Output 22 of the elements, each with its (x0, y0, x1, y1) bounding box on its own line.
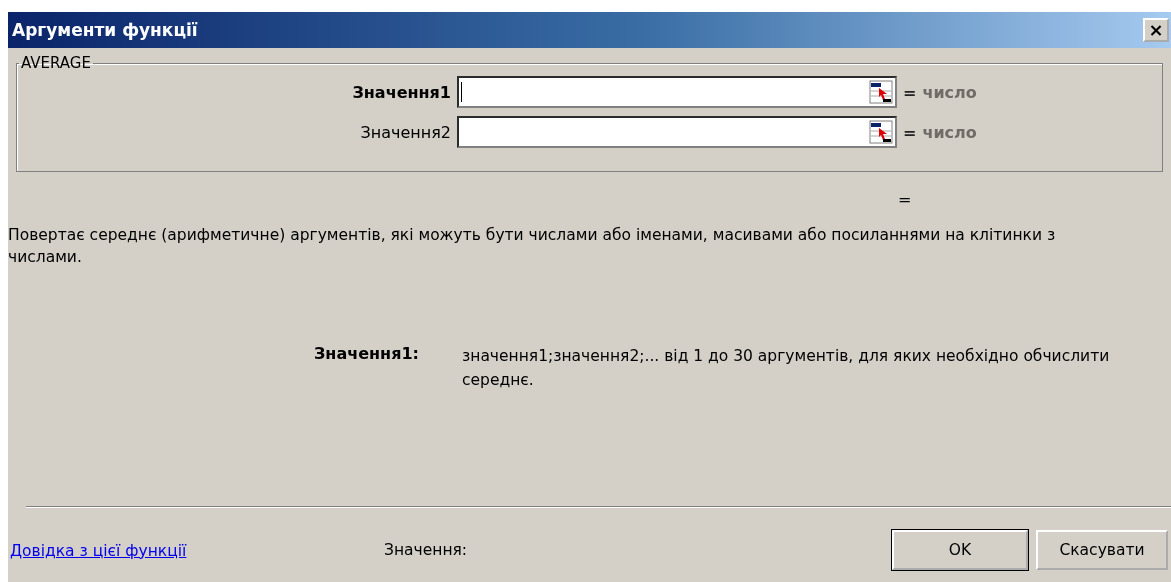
group-legend: AVERAGE (19, 54, 93, 72)
cancel-button[interactable]: Скасувати (1036, 530, 1168, 570)
ok-button[interactable]: OK (892, 530, 1028, 570)
window-title: Аргументи функції (12, 20, 198, 40)
argument-label: Значення1: (314, 344, 420, 363)
text-caret (461, 82, 462, 102)
field-result: число (922, 122, 977, 142)
equals-sign: = (903, 82, 917, 102)
range-select-icon[interactable] (869, 80, 893, 104)
value-label: Значення: (384, 541, 469, 559)
field-label: Значення2 (360, 122, 451, 142)
input-field[interactable] (457, 116, 897, 148)
field-result: число (922, 82, 977, 102)
formula-result: = (898, 190, 912, 209)
equals-sign: = (903, 122, 917, 142)
argument-description: значення1;значення2;... від 1 до 30 аргументів, для яких необхідно обчислити середнє. (462, 346, 1111, 391)
close-button[interactable]: × (1143, 18, 1169, 42)
input-field[interactable] (457, 76, 897, 108)
range-select-icon[interactable] (869, 120, 893, 144)
field-label: Значення1 (352, 82, 451, 102)
function-description: Повертає середнє (арифметичне) аргументів, які можуть бути числами або іменами, масивами або посиланнями на клітинки з числами. (8, 225, 1057, 268)
help-link[interactable]: Довідка з цієї функції (10, 541, 187, 560)
